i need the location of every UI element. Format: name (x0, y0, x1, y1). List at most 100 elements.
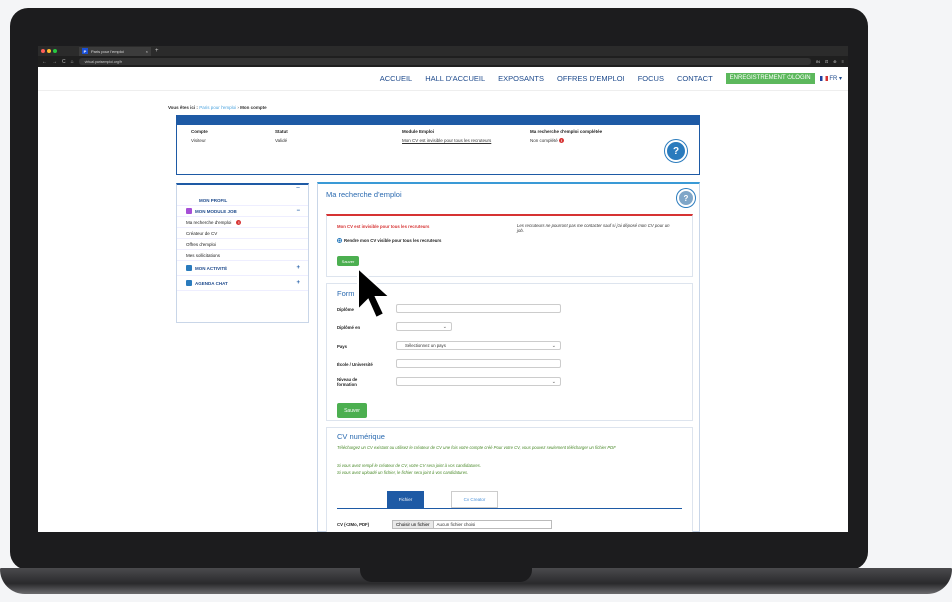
diplome-en-select[interactable]: ⌄ (396, 322, 452, 331)
flag-icon (819, 75, 828, 81)
pays-selected-value: Sélectionnez un pays (405, 343, 446, 348)
screenshot-extension-icon[interactable]: ⊡ (825, 59, 828, 64)
minimize-window-dot[interactable] (47, 49, 51, 53)
file-name: Aucun fichier choisi (436, 522, 476, 527)
sidebar-item-label: MON MODULE JOB (195, 208, 237, 214)
job-module-icon (186, 208, 192, 214)
nav-focus[interactable]: FOCUS (638, 74, 664, 83)
sidebar-item-sollicitations[interactable]: Mes sollicitations (177, 250, 308, 261)
nav-contact[interactable]: CONTACT (677, 74, 713, 83)
tab-fichier[interactable]: Fichier (387, 491, 424, 508)
sidebar-item-label: MON PROFIL (199, 197, 228, 203)
module-header: Module Emploi (402, 129, 434, 134)
ecole-label: École / Université (337, 362, 373, 367)
maximize-window-dot[interactable] (53, 49, 57, 53)
alert-icon: ! (236, 219, 242, 225)
breadcrumb-prefix: Vous êtes ici : (168, 105, 198, 110)
chevron-down-icon: ⌄ (551, 378, 556, 385)
diplome-input[interactable] (396, 304, 561, 313)
language-selector[interactable]: FR ▾ (819, 75, 842, 82)
main-panel: Ma recherche d'emploi ? Mon CV est invis… (317, 182, 700, 532)
register-login-button[interactable]: ENREGISTREMENT ⏻LOGIN (725, 73, 815, 84)
nav-offres[interactable]: OFFRES D'EMPLOI (557, 74, 625, 83)
activity-icon (186, 265, 192, 271)
sidebar: − MON PROFIL MON MODULE JOB − Ma recherc… (176, 183, 309, 323)
close-window-dot[interactable] (41, 49, 45, 53)
statut-value: Validé (275, 138, 288, 143)
statut-header: Statut (275, 129, 288, 134)
help-icon[interactable]: ? (665, 140, 687, 162)
nav-exposants[interactable]: EXPOSANTS (498, 74, 544, 83)
forward-icon[interactable]: → (52, 59, 57, 65)
sidebar-item-profil[interactable]: MON PROFIL (177, 195, 308, 206)
address-bar: ← → C ⌂ virtual.parisemploi.org/fr IN ⊡ … (38, 56, 848, 67)
reload-icon[interactable]: C (62, 59, 66, 65)
browser-menu-icon[interactable]: ≡ (842, 59, 844, 64)
cv-title: CV numérique (337, 432, 385, 441)
nav-accueil[interactable]: ACCUEIL (380, 74, 413, 83)
nav-hall[interactable]: HALL D'ACCUEIL (425, 74, 485, 83)
recherche-header: Ma recherche d'emploi complétée (530, 129, 603, 134)
extensions: IN ⊡ ⊕ ≡ (816, 59, 844, 64)
browser-tab[interactable]: P Paris pour l'emploi × (79, 46, 151, 56)
expand-icon[interactable]: + (296, 265, 300, 271)
pays-select[interactable]: Sélectionnez un pays ⌄ (396, 341, 561, 350)
choose-file-button[interactable]: Choisir un fichier (393, 521, 434, 528)
sidebar-item-label: Offres d'emploi (186, 241, 217, 247)
breadcrumb-separator: › (237, 105, 239, 110)
collapse-icon[interactable]: − (296, 208, 300, 214)
browser-window: P Paris pour l'emploi × + ← → C ⌂ virtua… (38, 46, 848, 532)
sidebar-collapse-icon[interactable]: − (177, 185, 308, 195)
tab-underline (337, 508, 682, 509)
breadcrumb-link[interactable]: Paris pour l'emploi (199, 105, 236, 110)
laptop-notch (360, 568, 532, 582)
home-icon[interactable]: ⌂ (71, 59, 74, 65)
sidebar-item-label: Créateur de CV (186, 230, 218, 236)
sidebar-item-createur[interactable]: Créateur de CV (177, 228, 308, 239)
compte-header: Compte (191, 129, 208, 134)
cv-help-text-3: Si vous avez uploadé un fichier, le fich… (337, 470, 469, 475)
tab-bar: P Paris pour l'emploi × + (38, 46, 848, 56)
url-input[interactable]: virtual.parisemploi.org/fr (78, 58, 811, 65)
cv-file-input[interactable]: Choisir un fichier Aucun fichier choisi (392, 520, 552, 529)
save-form-button[interactable]: Sauver (337, 403, 367, 418)
sidebar-item-label: Mes sollicitations (186, 252, 221, 258)
tab-cv-creator[interactable]: Cv Creator (451, 491, 498, 508)
diplome-label: Diplôme (337, 307, 354, 312)
sidebar-item-offres[interactable]: Offres d'emploi (177, 239, 308, 250)
back-icon[interactable]: ← (42, 59, 47, 65)
tab-title: Paris pour l'emploi (91, 48, 124, 54)
cv-file-label: CV (<2Mo, PDF) (337, 522, 370, 527)
cv-panel: CV numérique Téléchargez un CV existant … (326, 427, 693, 532)
visibility-radio[interactable] (337, 238, 342, 243)
compte-value: Visiteur (191, 138, 206, 143)
sidebar-item-module-job[interactable]: MON MODULE JOB − (177, 206, 308, 217)
new-tab-icon[interactable]: + (155, 48, 159, 54)
chevron-down-icon: ▾ (838, 76, 842, 82)
form-title: Form (337, 289, 355, 298)
help-icon[interactable]: ? (677, 189, 695, 207)
breadcrumb-current: Mon compte (240, 105, 267, 110)
save-visibility-button[interactable]: Sauver (337, 256, 359, 266)
account-summary: Compte Visiteur Statut Validé Module Emp… (176, 115, 700, 175)
visibility-note: Les recruteurs ne pourront pas me contac… (517, 223, 670, 233)
module-value-link[interactable]: Mon CV est invisible pour tous les recru… (402, 138, 502, 143)
main-nav: ACCUEIL HALL D'ACCUEIL EXPOSANTS OFFRES … (38, 67, 848, 91)
breadcrumb: Vous êtes ici : Paris pour l'emploi › Mo… (168, 105, 267, 110)
expand-icon[interactable]: + (296, 280, 300, 286)
tab-close-icon[interactable]: × (146, 49, 148, 54)
visibility-warning: Mon CV est invisible pour tous les recru… (337, 224, 430, 229)
extension-icon[interactable]: ⊕ (833, 59, 836, 64)
chevron-down-icon: ⌄ (442, 323, 447, 330)
niveau-label: Niveau de formation (337, 377, 358, 387)
ecole-input[interactable] (396, 359, 561, 368)
sidebar-item-recherche[interactable]: Ma recherche d'emploi ! (177, 217, 308, 228)
mouse-pointer-icon (357, 266, 393, 320)
cv-help-text: Téléchargez un CV existant ou utilisez l… (337, 445, 616, 450)
language-label: FR (829, 76, 838, 82)
chat-icon (186, 280, 192, 286)
linkedin-extension-icon[interactable]: IN (816, 59, 820, 64)
sidebar-item-agenda[interactable]: AGENDA CHAT + (177, 276, 308, 291)
sidebar-item-activite[interactable]: MON ACTIVITÉ + (177, 261, 308, 276)
niveau-select[interactable]: ⌄ (396, 377, 561, 386)
